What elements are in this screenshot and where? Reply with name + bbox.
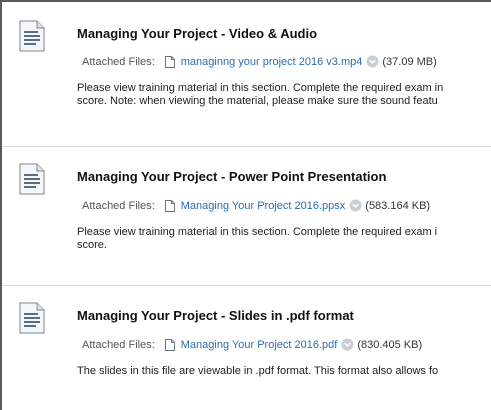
item-title[interactable]: Managing Your Project - Slides in .pdf f…: [77, 308, 354, 323]
item-title[interactable]: Managing Your Project - Video & Audio: [77, 26, 317, 41]
attached-file-link[interactable]: managinng your project 2016 v3.mp4: [181, 56, 363, 68]
item-title[interactable]: Managing Your Project - Power Point Pres…: [77, 169, 386, 184]
item-description-line1: The slides in this file are viewable in …: [77, 365, 439, 377]
document-icon: [19, 302, 45, 334]
attached-files-row: Attached Files: Managing Your Project 20…: [82, 338, 422, 351]
chevron-down-circle-icon[interactable]: [341, 338, 354, 351]
file-size: (37.09 MB): [382, 55, 437, 68]
item-description-line1: Please view training material in this se…: [77, 226, 438, 238]
item-description-line1: Please view training material in this se…: [77, 82, 444, 94]
item-description-line2: score. Note: when viewing the material, …: [77, 95, 438, 107]
attached-files-label: Attached Files:: [82, 55, 155, 68]
document-icon: [19, 20, 45, 52]
file-size: (830.405 KB): [357, 338, 423, 351]
chevron-down-circle-icon[interactable]: [349, 199, 362, 212]
content-list: Managing Your Project - Video & Audio At…: [0, 0, 491, 410]
attached-files-row: Attached Files: Managing Your Project 20…: [82, 199, 430, 212]
divider: [2, 285, 491, 286]
attached-files-row: Attached Files: managinng your project 2…: [82, 55, 437, 68]
attached-file-link[interactable]: Managing Your Project 2016.pdf: [181, 339, 338, 351]
file-size: (583.164 KB): [365, 199, 431, 212]
attached-files-label: Attached Files:: [82, 199, 155, 212]
file-icon: [164, 55, 175, 68]
file-icon: [164, 338, 175, 351]
chevron-down-circle-icon[interactable]: [366, 55, 379, 68]
divider: [2, 146, 491, 147]
file-icon: [164, 199, 175, 212]
attached-file-link[interactable]: Managing Your Project 2016.ppsx: [181, 200, 346, 212]
item-description-line2: score.: [77, 239, 107, 251]
document-icon: [19, 163, 45, 195]
attached-files-label: Attached Files:: [82, 338, 155, 351]
